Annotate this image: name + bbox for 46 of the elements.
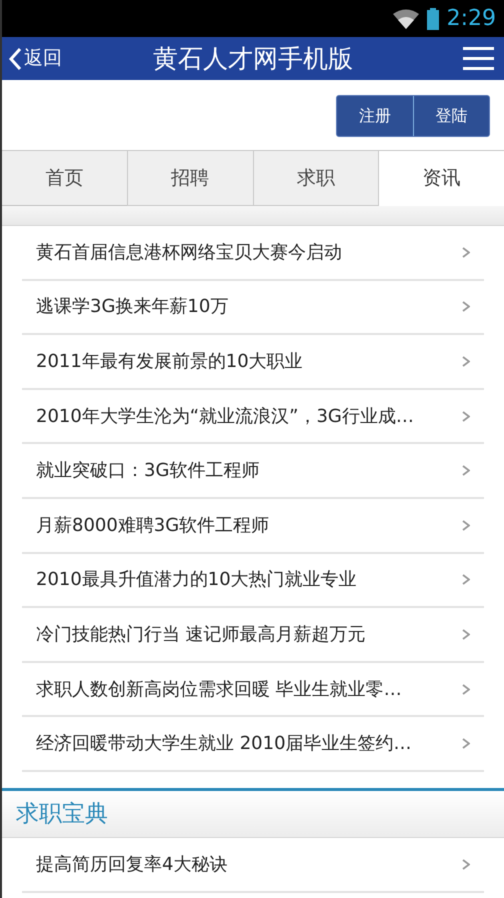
news-item[interactable]: 提高简历回复率4大秘诀 [22, 838, 484, 893]
account-button[interactable]: 登陆 [413, 96, 489, 136]
news-item[interactable]: 经济回暖带动大学生就业 2010届毕业生签约… [22, 717, 484, 772]
chevron-right-icon [462, 520, 470, 531]
news-title: 经济回暖带动大学生就业 2010届毕业生签约… [36, 732, 412, 756]
chevron-right-icon [462, 628, 470, 640]
news-title: 冷门技能热门行当 速记师最高月薪超万元 [36, 622, 366, 647]
news-title: 逃课学3G换来年薪10万 [36, 295, 228, 320]
chevron-right-icon [462, 738, 470, 750]
news-item[interactable]: 冷门技能热门行当 速记师最高月薪超万元 [22, 608, 484, 663]
chevron-right-icon [462, 246, 470, 258]
news-title: 月薪8000难聘3G软件工程师 [36, 514, 270, 538]
chevron-right-icon [462, 684, 470, 695]
news-item[interactable]: 2011年最有发展前景的10大职业 [22, 335, 484, 390]
chevron-right-icon [462, 465, 470, 476]
news-item[interactable]: 2010年大学生沦为“就业流浪汉”，3G行业成… [22, 390, 484, 444]
battery-icon [426, 8, 439, 30]
news-title: 2010年大学生沦为“就业流浪汉”，3G行业成… [36, 404, 414, 429]
tab[interactable]: 招聘 [126, 151, 252, 206]
section-title: 求职宝典 [16, 800, 108, 829]
news-title: 黄石首届信息港杯网络宝贝大赛今启动 [36, 240, 342, 265]
news-item[interactable]: 月薪8000难聘3G软件工程师 [22, 498, 484, 554]
news-item[interactable]: 2010最具升值潜力的10大热门就业专业 [22, 554, 484, 608]
news-item[interactable]: 黄石首届信息港杯网络宝贝大赛今启动 [22, 226, 484, 281]
news-title: 2010最具升值潜力的10大热门就业专业 [36, 568, 357, 592]
news-title: 就业突破口：3G软件工程师 [36, 459, 260, 484]
news-item[interactable]: 逃课学3G换来年薪10万 [22, 280, 484, 336]
back-button[interactable]: 返回 [2, 37, 62, 80]
clock-time: 2:29 [446, 5, 496, 33]
tab[interactable]: 求职 [252, 151, 378, 206]
news-item[interactable]: 求职人数创新高岗位需求回暖 毕业生就业零… [22, 662, 484, 718]
menu-button[interactable] [463, 47, 494, 70]
news-title: 提高简历回复率4大秘诀 [36, 852, 228, 877]
chevron-right-icon [462, 858, 470, 870]
news-title: 求职人数创新高岗位需求回暖 毕业生就业零… [36, 678, 402, 702]
account-button[interactable]: 注册 [337, 96, 413, 136]
tab[interactable]: 首页 [2, 151, 127, 206]
wifi-icon [392, 8, 419, 28]
chevron-right-icon [462, 301, 470, 312]
back-chevron-icon [8, 46, 22, 70]
news-title: 2011年最有发展前景的10大职业 [36, 350, 303, 374]
chevron-right-icon [462, 410, 470, 422]
chevron-right-icon [462, 574, 470, 586]
header-title: 黄石人才网手机版 [152, 43, 354, 75]
chevron-right-icon [462, 356, 470, 367]
news-item[interactable]: 就业突破口：3G软件工程师 [22, 444, 484, 499]
